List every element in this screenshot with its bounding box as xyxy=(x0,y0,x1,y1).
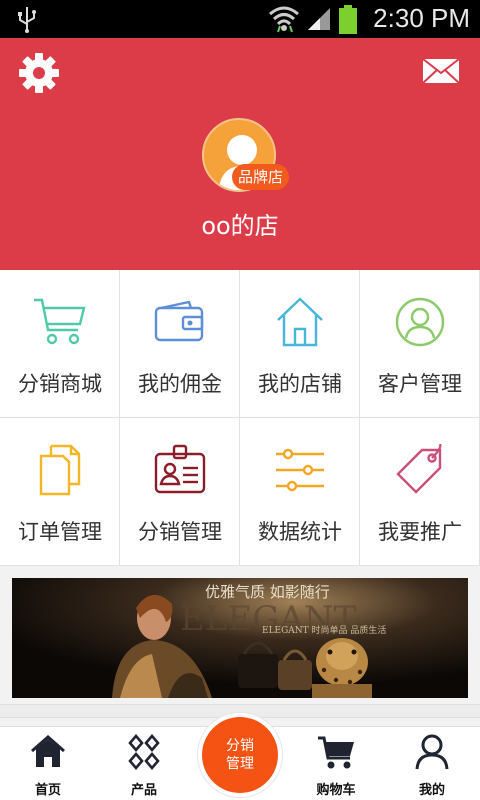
tab-mine[interactable]: 我的 xyxy=(384,733,480,799)
products-grid-icon xyxy=(128,734,160,770)
status-bar: 2:30 PM xyxy=(0,0,480,38)
menu-item-label: 我的店铺 xyxy=(258,372,342,396)
banner-subline: ELEGANT 时尚单品 品质生活 xyxy=(262,626,387,636)
menu-item-my-commission[interactable]: 我的佣金 xyxy=(120,270,240,418)
battery-icon xyxy=(338,5,358,39)
menu-item-label: 订单管理 xyxy=(18,520,102,544)
sliders-icon xyxy=(276,448,324,492)
usb-icon xyxy=(16,5,38,37)
tab-products[interactable]: 产品 xyxy=(96,733,192,799)
center-button-line1: 分销 xyxy=(226,738,254,754)
menu-item-label: 数据统计 xyxy=(258,520,342,544)
center-button-line2: 管理 xyxy=(226,756,254,772)
menu-item-label: 分销管理 xyxy=(138,520,222,544)
menu-item-data-statistics[interactable]: 数据统计 xyxy=(240,418,360,566)
shop-name: oo的店 xyxy=(201,212,279,240)
banner-headline: 优雅气质 如影随行 xyxy=(205,583,330,601)
profile-header: 品牌店 oo的店 xyxy=(0,38,480,270)
promo-banner[interactable]: ELEGANT 优雅气质 如影随行 ELEGANT 时尚单品 品质生活 xyxy=(12,578,468,698)
tab-label: 产品 xyxy=(130,783,157,798)
wifi-icon xyxy=(268,4,300,38)
cart-icon xyxy=(34,298,86,345)
wallet-icon xyxy=(154,300,204,342)
documents-icon xyxy=(39,444,81,496)
mail-icon[interactable] xyxy=(422,58,460,88)
menu-item-distribution-management[interactable]: 分销管理 xyxy=(120,418,240,566)
id-card-icon xyxy=(154,444,206,494)
menu-item-distribution-mall[interactable]: 分销商城 xyxy=(0,270,120,418)
menu-item-label: 分销商城 xyxy=(18,372,102,396)
home-icon xyxy=(277,297,323,347)
tab-label: 购物车 xyxy=(316,783,356,798)
menu-item-label: 我要推广 xyxy=(378,520,462,544)
menu-item-label: 我的佣金 xyxy=(138,372,222,396)
tag-icon xyxy=(396,444,442,494)
settings-gear-icon[interactable] xyxy=(18,52,60,98)
tab-cart[interactable]: 购物车 xyxy=(288,733,384,799)
tab-home[interactable]: 首页 xyxy=(0,733,96,799)
menu-item-label: 客户管理 xyxy=(378,372,462,396)
distribution-management-center-button[interactable]: 分销 管理 xyxy=(197,712,283,798)
clock: 2:30 PM xyxy=(373,3,470,33)
menu-item-order-management[interactable]: 订单管理 xyxy=(0,418,120,566)
tab-label: 首页 xyxy=(34,783,61,798)
cart-tab-icon xyxy=(318,736,354,769)
menu-grid: 分销商城 我的佣金 我的店铺 客户管理 订单管理 分销管理 数据统计 我要推广 xyxy=(0,270,480,566)
shop-type-badge: 品牌店 xyxy=(232,164,290,190)
menu-item-customer-management[interactable]: 客户管理 xyxy=(360,270,480,418)
menu-item-promotion[interactable]: 我要推广 xyxy=(360,418,480,566)
home-tab-icon xyxy=(31,735,65,767)
menu-item-my-store[interactable]: 我的店铺 xyxy=(240,270,360,418)
customer-icon xyxy=(395,297,445,347)
tab-label: 我的 xyxy=(418,783,445,798)
signal-icon xyxy=(306,6,332,36)
user-tab-icon xyxy=(415,734,449,770)
